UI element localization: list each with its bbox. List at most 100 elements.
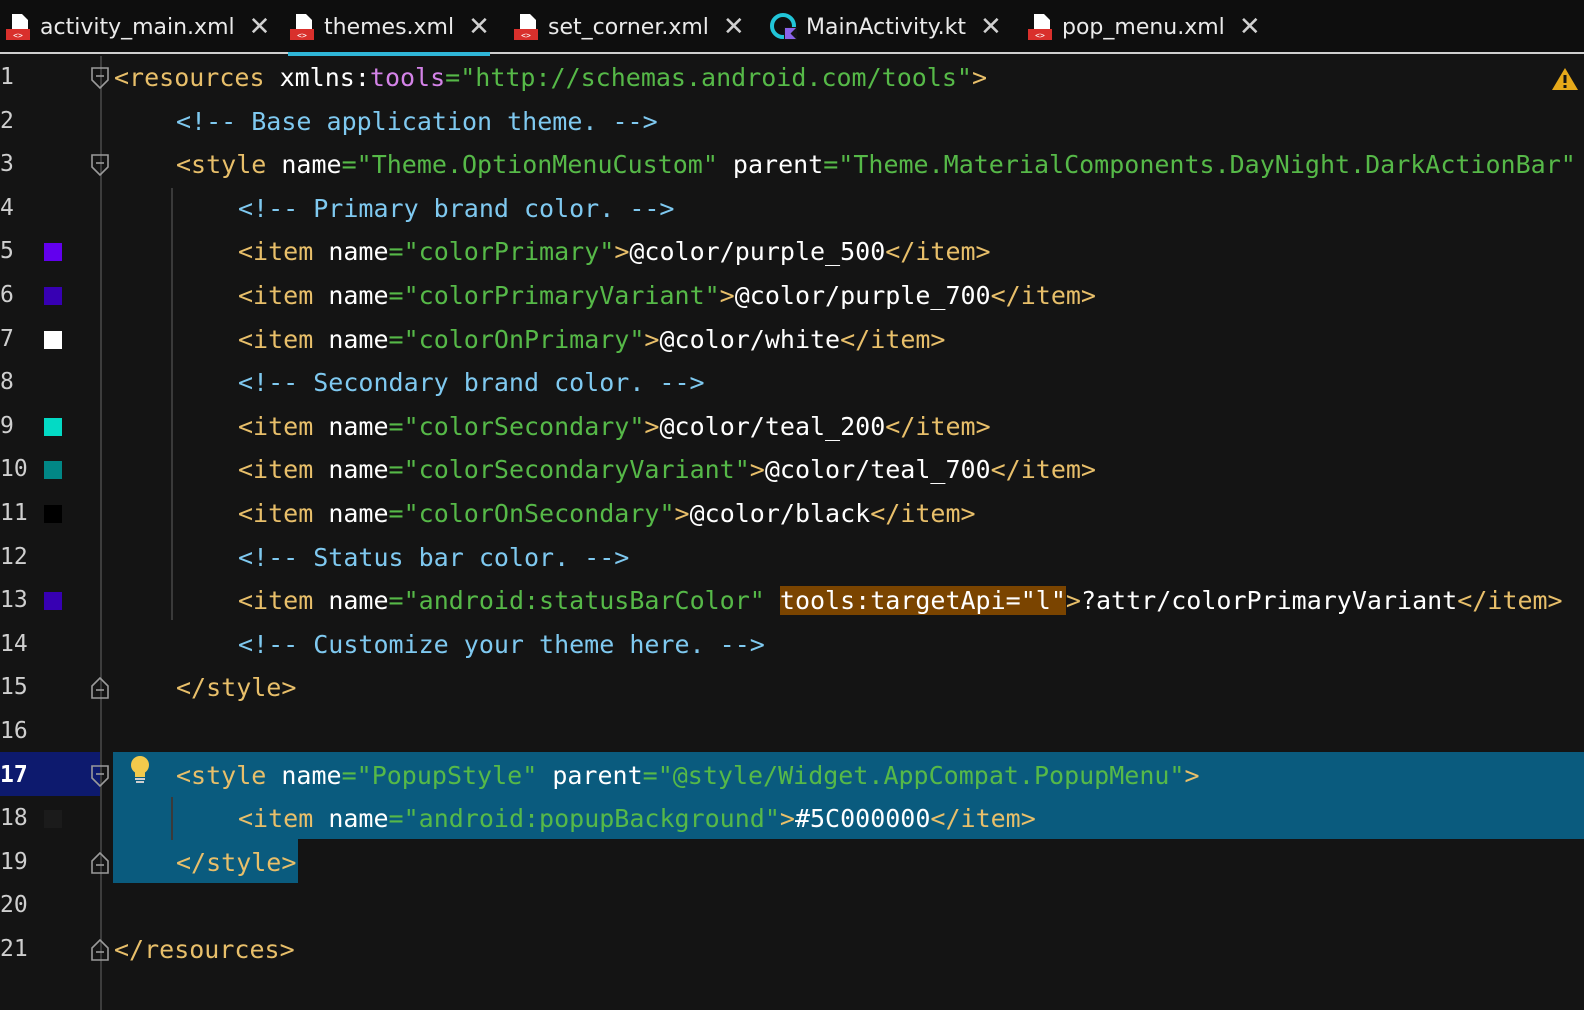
- token-string: "colorPrimaryVariant": [403, 281, 720, 310]
- token-highlighted-attr[interactable]: tools:targetApi="l": [779, 586, 1066, 616]
- color-swatch-purple-500[interactable]: [44, 243, 62, 262]
- code-line: 1 <resources xmlns:tools="http://schemas…: [0, 56, 1584, 100]
- line-number: 13: [0, 587, 28, 614]
- code-line: 20: [0, 884, 1584, 928]
- fold-close-icon[interactable]: [91, 939, 109, 961]
- color-swatch-black[interactable]: [44, 505, 62, 523]
- token-string: "colorOnPrimary": [403, 324, 645, 354]
- code-line: 19 </style>: [0, 841, 1584, 885]
- code-comment: <!-- Secondary brand color. -->: [238, 361, 705, 405]
- xml-file-icon: <>: [514, 14, 538, 40]
- code-line: 10 <item name="colorSecondaryVariant">@c…: [0, 448, 1584, 492]
- tab-label: pop_menu.xml: [1062, 14, 1225, 40]
- fold-close-icon[interactable]: [91, 677, 109, 700]
- tab-label: MainActivity.kt: [806, 14, 967, 40]
- token-attr: name: [328, 499, 389, 528]
- token-tag: </resources>: [114, 935, 295, 964]
- token-attr: name: [328, 586, 389, 616]
- color-swatch-white[interactable]: [44, 330, 62, 349]
- token-string: "colorOnSecondary": [403, 499, 675, 528]
- color-swatch-teal-200[interactable]: [44, 417, 62, 436]
- tab-label: themes.xml: [324, 14, 455, 40]
- token-tag: >: [971, 63, 988, 92]
- token-string: "PopupStyle": [356, 760, 538, 790]
- line-number: 15: [0, 674, 28, 701]
- code-text: <style name="PopupStyle" parent="@style/…: [176, 754, 1200, 798]
- code-comment: <!-- Customize your theme here. -->: [238, 623, 765, 667]
- line-number: 19: [0, 848, 28, 875]
- token-value: @color/white: [659, 324, 841, 354]
- tab-pop-menu-xml[interactable]: <> pop_menu.xml ✕: [1026, 0, 1261, 54]
- token-attr: name: [328, 324, 389, 354]
- token-comment: <!-- Primary brand color. -->: [238, 193, 675, 223]
- code-line: 16: [0, 710, 1584, 754]
- line-number: 1: [0, 64, 14, 90]
- code-line: 7 <item name="colorOnPrimary">@color/whi…: [0, 318, 1584, 362]
- token-value: @color/teal_200: [659, 411, 886, 441]
- color-swatch-purple-700[interactable]: [44, 592, 62, 611]
- token-attr: parent: [717, 150, 824, 180]
- token-eq: =: [445, 63, 461, 92]
- code-line: 18 <item name="android:popupBackground">…: [0, 797, 1584, 841]
- code-text: </resources>: [114, 928, 295, 972]
- token-attr: name: [281, 150, 342, 180]
- code-editor[interactable]: 1 <resources xmlns:tools="http://schemas…: [0, 56, 1584, 1010]
- line-number: 12: [0, 543, 28, 570]
- token-comment: <!-- Base application theme. -->: [176, 106, 658, 136]
- token-tag: <resources: [114, 63, 280, 92]
- code-text: </style>: [176, 841, 296, 885]
- fold-open-icon[interactable]: [91, 764, 109, 787]
- tab-set-corner-xml[interactable]: <> set_corner.xml ✕: [512, 0, 745, 54]
- code-text: <item name="android:popupBackground">#5C…: [238, 797, 1036, 841]
- token-eq: =: [388, 499, 404, 528]
- token-value: @color/purple_500: [629, 237, 886, 267]
- token-attr: parent: [537, 760, 643, 790]
- close-icon[interactable]: ✕: [249, 14, 271, 40]
- token-tag: </item>: [885, 237, 991, 267]
- color-swatch-popup-background[interactable]: [44, 810, 62, 829]
- code-line: 14 <!-- Customize your theme here. -->: [0, 623, 1584, 667]
- line-number: 2: [0, 107, 14, 134]
- close-icon[interactable]: ✕: [468, 14, 490, 40]
- fold-close-icon[interactable]: [91, 851, 109, 874]
- token-value: @color/black: [689, 499, 871, 528]
- token-attr: name: [328, 281, 389, 310]
- color-swatch-purple-700[interactable]: [44, 287, 62, 305]
- token-tag: >: [614, 237, 630, 267]
- close-icon[interactable]: ✕: [980, 14, 1002, 40]
- token-namespace: tools: [369, 63, 446, 92]
- tab-label: set_corner.xml: [548, 14, 709, 40]
- close-icon[interactable]: ✕: [723, 14, 745, 40]
- token-tag: >: [1065, 586, 1081, 616]
- fold-open-icon[interactable]: [91, 67, 109, 89]
- token-eq: =: [341, 760, 357, 790]
- token-tag: <item: [238, 455, 329, 485]
- line-number: 9: [0, 412, 14, 439]
- token-string: "Theme.OptionMenuCustom": [356, 150, 718, 180]
- token-tag: >: [1184, 760, 1200, 790]
- token-tag: </item>: [990, 281, 1096, 310]
- token-tag: </item>: [990, 455, 1096, 485]
- tab-mainactivity-kt[interactable]: MainActivity.kt ✕: [770, 0, 1002, 54]
- token-tag: >: [719, 281, 735, 310]
- token-string: "android:popupBackground": [403, 804, 780, 834]
- tab-themes-xml[interactable]: <> themes.xml ✕: [288, 0, 490, 56]
- color-swatch-teal-700[interactable]: [44, 461, 62, 480]
- token-eq: =: [388, 804, 404, 834]
- code-line: 3 <style name="Theme.OptionMenuCustom" p…: [0, 143, 1584, 187]
- line-number: 10: [0, 456, 28, 483]
- code-text: <item name="android:statusBarColor" tool…: [238, 579, 1563, 623]
- code-comment: <!-- Status bar color. -->: [238, 536, 629, 580]
- line-number: 21: [0, 936, 28, 962]
- editor-tab-bar: <> activity_main.xml ✕ <> themes.xml ✕ <…: [0, 0, 1584, 56]
- token-tag: </style>: [176, 673, 297, 703]
- tab-activity-main-xml[interactable]: <> activity_main.xml ✕: [4, 0, 270, 54]
- code-text: <item name="colorOnSecondary">@color/bla…: [238, 492, 976, 536]
- fold-open-icon[interactable]: [91, 154, 109, 177]
- code-line: 11 <item name="colorOnSecondary">@color/…: [0, 492, 1584, 536]
- close-icon[interactable]: ✕: [1239, 14, 1261, 40]
- kotlin-file-icon: [770, 13, 797, 40]
- line-number: 14: [0, 630, 28, 657]
- token-string: "colorSecondary": [403, 411, 645, 441]
- token-eq: =: [341, 150, 357, 180]
